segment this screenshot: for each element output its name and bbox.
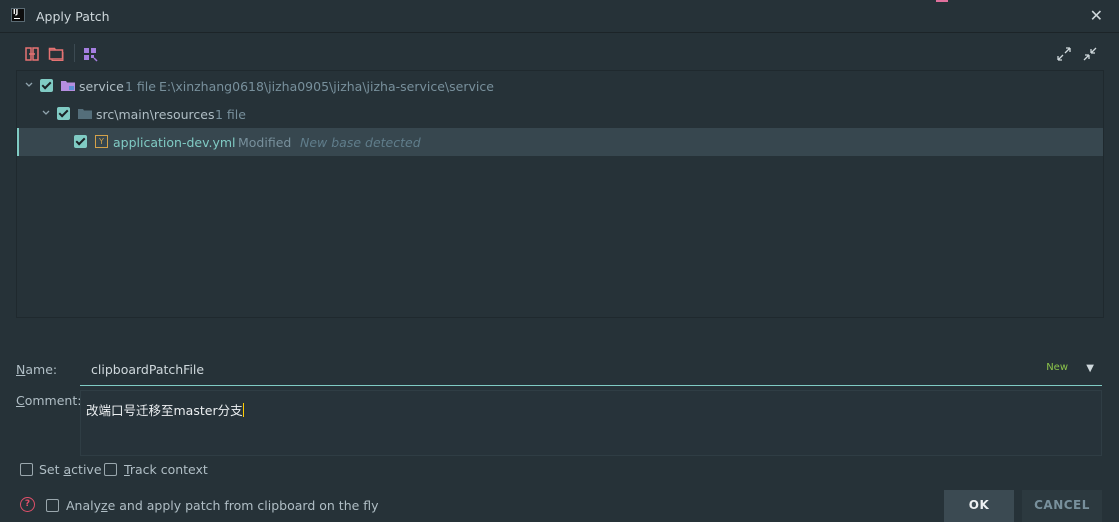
chevron-down-icon[interactable] [41,108,51,118]
folder-label: src\main\resources [96,107,215,122]
close-icon[interactable]: ✕ [1090,6,1103,25]
cancel-button[interactable]: CANCEL [1022,490,1102,522]
comment-label: Comment: [16,393,81,408]
set-active-pre: Set [39,462,64,477]
file-note: New base detected [300,135,421,150]
folder-icon [78,109,92,119]
comment-value: 改端口号迁移至master分支 [86,400,244,419]
ok-button[interactable]: OK [944,490,1014,522]
file-checkbox[interactable] [74,135,87,148]
name-input[interactable]: clipboardPatchFile New ▼ [80,356,1102,386]
comment-label-mnemonic: C [16,393,25,408]
analyze-pre: Analy [66,498,102,513]
module-path: E:\xinzhang0618\jizha0905\jizha\jizha-se… [159,79,494,94]
collapse-all-icon[interactable] [1082,46,1098,62]
window-title: Apply Patch [36,9,110,24]
map-base-directory-icon[interactable] [48,46,64,62]
decorative-mark [936,0,948,2]
new-badge: New [1046,362,1068,373]
analyze-checkbox[interactable] [46,499,59,512]
file-status: Modified [238,135,292,150]
toolbar-separator [74,44,75,62]
comment-label-rest: omment: [24,393,82,408]
folder-file-count: 1 file [215,107,246,122]
analyze-label: Analyze and apply patch from clipboard o… [66,498,379,513]
text-caret [242,403,244,417]
module-file-count: 1 file [125,79,156,94]
module-checkbox[interactable] [40,79,53,92]
analyze-post: e and apply patch from clipboard on the … [107,498,379,513]
tree-row-folder[interactable]: src\main\resources 1 file [17,100,1103,128]
track-context-label: Track context [124,462,208,477]
help-icon[interactable]: ? [20,497,35,512]
title-bar: Apply Patch ✕ [0,0,1119,33]
expand-all-icon[interactable] [1056,46,1072,62]
track-context-checkbox[interactable] [104,463,117,476]
show-diff-icon[interactable] [24,46,40,62]
set-active-checkbox[interactable] [20,463,33,476]
module-label: service [79,79,124,94]
comment-text: 改端口号迁移至master分支 [86,403,243,418]
comment-textarea[interactable]: 改端口号迁移至master分支 [80,390,1102,456]
name-label-rest: ame: [25,362,58,377]
name-label-mnemonic: N [16,362,26,377]
name-value: clipboardPatchFile [91,362,205,377]
set-active-post: ctive [71,462,102,477]
yaml-file-icon: Y [95,135,108,148]
intellij-app-icon [11,8,25,22]
toolbar [16,40,1102,68]
folder-checkbox[interactable] [57,107,70,120]
set-active-label: Set active [39,462,102,477]
file-label: application-dev.yml [113,135,236,150]
group-by-icon[interactable] [82,46,98,62]
tree-row-module[interactable]: service 1 file E:\xinzhang0618\jizha0905… [17,72,1103,100]
tree-row-file[interactable]: Y application-dev.yml Modified New base … [17,128,1103,156]
changes-tree[interactable]: service 1 file E:\xinzhang0618\jizha0905… [16,70,1104,318]
track-post: rack context [129,462,208,477]
dropdown-arrow-icon[interactable]: ▼ [1086,363,1094,374]
module-folder-icon [61,81,75,91]
name-label: Name: [16,362,57,377]
chevron-down-icon[interactable] [24,80,34,90]
